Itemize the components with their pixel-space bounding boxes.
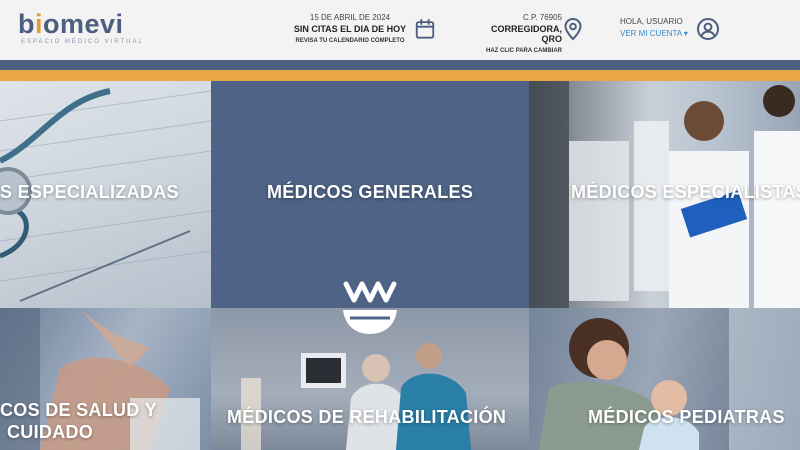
- tile-label: MÉDICOS ESPECIALISTAS: [571, 182, 800, 202]
- map-pin-icon[interactable]: [563, 17, 583, 41]
- logo-wordmark: biomevi: [18, 9, 124, 39]
- tile-medicos-especialistas[interactable]: MÉDICOS ESPECIALISTAS: [529, 81, 800, 308]
- tile-especializadas[interactable]: S ESPECIALIZADAS: [0, 81, 211, 308]
- calendar-icon[interactable]: [414, 18, 436, 40]
- tile-label: COS DE SALUD Y CUIDADO: [0, 400, 157, 442]
- user-greeting: HOLA, USUARIO: [620, 17, 683, 26]
- biomevi-logo[interactable]: biomevi ESPACIO MÉDICO VIRTUAL: [18, 9, 144, 46]
- current-date: 15 DE ABRIL DE 2024: [309, 13, 391, 22]
- tile-label: MÉDICOS DE REHABILITACIÓN: [227, 407, 507, 427]
- change-location-link[interactable]: HAZ CLIC PARA CAMBIAR: [472, 48, 562, 54]
- calendar-link[interactable]: REVISA TU CALENDARIO COMPLETO: [290, 38, 410, 44]
- tile-label: MÉDICOS GENERALES: [267, 182, 474, 202]
- postal-code: C.P. 76905: [523, 13, 562, 22]
- tile-label: MÉDICOS PEDIATRAS: [588, 407, 785, 427]
- tile-label: S ESPECIALIZADAS: [0, 182, 179, 202]
- city-name: CORREGIDORA, QRO: [490, 24, 562, 44]
- tile-medicos-generales[interactable]: MÉDICOS GENERALES: [211, 81, 529, 308]
- pediatrics-photo: [539, 308, 800, 450]
- logo-subtitle: ESPACIO MÉDICO VIRTUAL: [21, 39, 144, 45]
- date-info: 15 DE ABRIL DE 2024 SIN CITAS EL DIA DE …: [290, 13, 410, 44]
- location-info: C.P. 76905 CORREGIDORA, QRO HAZ CLIC PAR…: [472, 13, 562, 54]
- tile-medicos-pediatras[interactable]: MÉDICOS PEDIATRAS: [529, 308, 800, 450]
- top-header: biomevi ESPACIO MÉDICO VIRTUAL 15 DE ABR…: [0, 0, 800, 60]
- biomevi-emblem-icon: [343, 281, 397, 334]
- tile-salud-cuidado[interactable]: COS DE SALUD Y CUIDADO: [0, 308, 211, 450]
- navy-accent-bar: [0, 60, 800, 70]
- appointments-status: SIN CITAS EL DIA DE HOY: [293, 24, 407, 34]
- my-account-dropdown[interactable]: VER MI CUENTA ▾: [620, 29, 695, 38]
- user-info: HOLA, USUARIO VER MI CUENTA ▾: [620, 17, 695, 38]
- user-icon[interactable]: [696, 17, 720, 41]
- orange-accent-bar: [0, 70, 800, 81]
